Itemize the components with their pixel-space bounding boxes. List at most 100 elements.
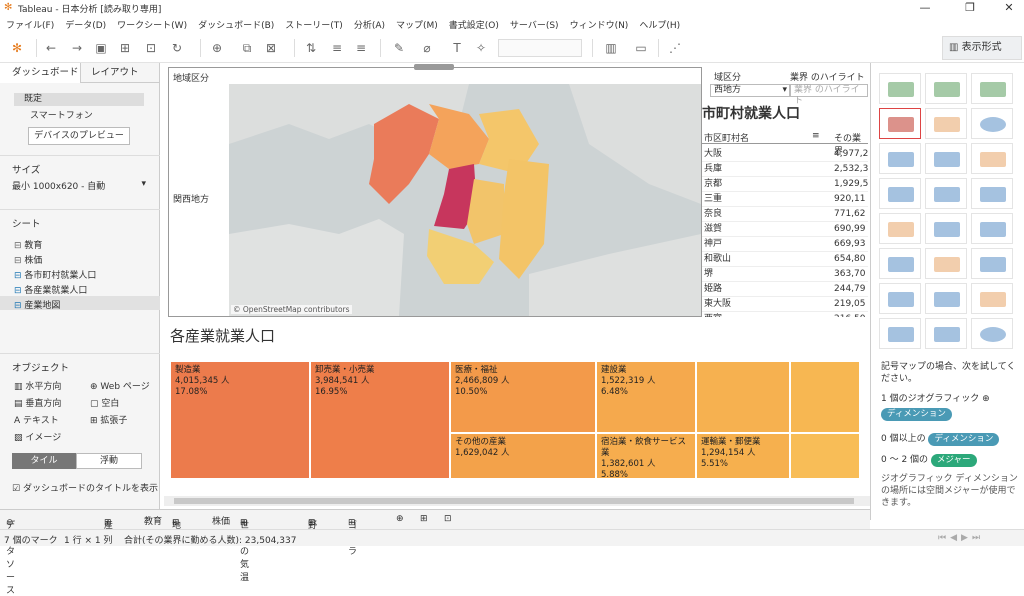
line-continuous-icon[interactable] — [879, 213, 921, 244]
hierarchy-input[interactable]: 業界 のハイライト — [790, 84, 868, 106]
table-row[interactable]: 京都 1,929,5 — [702, 177, 868, 192]
fit-dropdown[interactable] — [498, 39, 582, 57]
sheet-item-education[interactable]: ⊟ 教育 — [14, 238, 42, 251]
treemap-cell[interactable]: 医療・福祉 2,466,809 人 10.50% — [450, 361, 596, 433]
table-row[interactable]: 神戸 669,93 — [702, 237, 868, 252]
drag-handle[interactable] — [414, 64, 454, 70]
table-row[interactable]: 西宮 216,50 — [702, 312, 868, 317]
scatter-plot-icon[interactable] — [879, 283, 921, 314]
map-area[interactable]: © OpenStreetMap contributors — [229, 84, 701, 316]
menu-map[interactable]: マップ(M) — [390, 16, 443, 33]
tiled-toggle[interactable]: タイル — [12, 453, 76, 469]
sort-desc-icon[interactable]: ≡ — [354, 41, 368, 55]
object-horizontal[interactable]: ▥ 水平方向 — [14, 379, 61, 392]
label-icon[interactable]: T — [450, 41, 464, 55]
area-continuous-icon[interactable] — [879, 248, 921, 279]
tab-education[interactable]: 教育 — [144, 514, 162, 527]
size-dropdown[interactable]: 最小 1000x620 - 自動 ▾ — [12, 179, 148, 192]
swap-icon[interactable]: ⇅ — [304, 41, 318, 55]
table-row[interactable]: 奈良 771,62 — [702, 207, 868, 222]
new-story-icon[interactable]: ⊡ — [444, 514, 452, 524]
tab-stock[interactable]: 株価 — [212, 514, 230, 527]
sort-icon[interactable]: ≡ — [812, 131, 820, 141]
object-vertical[interactable]: ▤ 垂直方向 — [14, 396, 61, 409]
pause-updates-icon[interactable]: ⊡ — [144, 41, 158, 55]
highlight-icon[interactable]: ✎ — [392, 41, 406, 55]
horizontal-bar-icon[interactable] — [879, 143, 921, 174]
treemap-cell[interactable]: 製造業 4,015,345 人 17.08% — [170, 361, 310, 479]
object-image[interactable]: ▨ イメージ — [14, 430, 61, 443]
region-nara[interactable] — [467, 179, 504, 244]
clear-sheet-icon[interactable]: ⊠ — [264, 41, 278, 55]
circle-view-icon[interactable] — [925, 178, 967, 209]
treemap-cell[interactable] — [790, 361, 860, 433]
sheet-item-industry-map[interactable]: ⊟ 産業地図 — [0, 296, 160, 311]
treemap-cell[interactable]: その他の産業 1,629,042 人 — [450, 433, 596, 479]
highlight-table-icon[interactable] — [971, 73, 1013, 104]
show-me-button[interactable]: ▥ 表示形式 — [942, 36, 1022, 60]
treemap-cell[interactable]: 卸売業・小売業 3,984,541 人 16.95% — [310, 361, 450, 479]
table-row[interactable]: 大阪 4,977,2 — [702, 147, 868, 162]
save-icon[interactable]: ▣ — [94, 41, 108, 55]
treemap-icon[interactable] — [879, 178, 921, 209]
table-row[interactable]: 兵庫 2,532,3 — [702, 162, 868, 177]
treemap-cell[interactable] — [790, 433, 860, 479]
packed-bubbles-icon[interactable] — [971, 318, 1013, 349]
tab-dashboard[interactable]: ダッシュボード — [0, 63, 80, 83]
side-by-side-circle-icon[interactable] — [971, 178, 1013, 209]
menu-window[interactable]: ウィンドウ(N) — [564, 16, 634, 33]
bullet-graph-icon[interactable] — [925, 318, 967, 349]
treemap-cell[interactable]: 運輸業・郵便業 1,294,154 人 5.51% — [696, 433, 790, 479]
undo-icon[interactable]: ← — [44, 41, 58, 55]
minimize-button[interactable]: — — [910, 0, 940, 16]
menu-data[interactable]: データ(D) — [59, 16, 111, 33]
sheet-item-stock[interactable]: ⊟ 株価 — [14, 253, 42, 266]
device-phone[interactable]: スマートフォン — [30, 108, 93, 121]
horizontal-scrollbar[interactable] — [164, 496, 870, 506]
object-extension[interactable]: ⊞ 拡張子 — [90, 413, 127, 426]
dual-combination-icon[interactable] — [971, 248, 1013, 279]
table-row[interactable]: 和歌山 654,80 — [702, 252, 868, 267]
table-row[interactable]: 三重 920,11 — [702, 192, 868, 207]
histogram-icon[interactable] — [925, 283, 967, 314]
line-discrete-icon[interactable] — [925, 213, 967, 244]
industry-treemap[interactable]: 製造業 4,015,345 人 17.08% 卸売業・小売業 3,984,541 人 16… — [170, 361, 860, 479]
stacked-bar-icon[interactable] — [925, 143, 967, 174]
new-data-source-icon[interactable]: ⊞ — [118, 41, 132, 55]
pagination-icon[interactable]: ⏮◀▶⏭ — [938, 533, 984, 543]
maximize-button[interactable]: ❐ — [955, 0, 985, 16]
filled-map-icon[interactable] — [925, 108, 967, 139]
show-title-checkbox[interactable]: ☑ ダッシュボードのタイトルを表示 — [12, 481, 158, 494]
show-cards-icon[interactable]: ▥ — [604, 41, 618, 55]
region-filter-dropdown[interactable]: 西地方 ▾ — [710, 84, 790, 97]
table-row[interactable]: 東大阪 219,05 — [702, 297, 868, 312]
device-default[interactable]: 既定 — [14, 93, 144, 106]
menu-dashboard[interactable]: ダッシュボード(B) — [192, 16, 279, 33]
area-discrete-icon[interactable] — [925, 248, 967, 279]
object-text[interactable]: A テキスト — [14, 413, 59, 426]
sheet-item-industry[interactable]: ⊟ 各産業就業人口 — [14, 283, 87, 296]
presentation-icon[interactable]: ▭ — [634, 41, 648, 55]
text-table-icon[interactable] — [879, 73, 921, 104]
refresh-icon[interactable]: ↻ — [170, 41, 184, 55]
tableau-icon[interactable]: ✻ — [10, 41, 24, 55]
menu-server[interactable]: サーバー(S) — [504, 16, 564, 33]
sort-asc-icon[interactable]: ≡ — [330, 41, 344, 55]
pie-chart-icon[interactable] — [971, 108, 1013, 139]
treemap-cell[interactable] — [696, 361, 790, 433]
object-webpage[interactable]: ⊕ Web ページ — [90, 379, 150, 392]
treemap-cell[interactable]: 建設業 1,522,319 人 6.48% — [596, 361, 696, 433]
table-row[interactable]: 堺 363,70 — [702, 267, 868, 282]
new-dashboard-icon[interactable]: ⊞ — [420, 514, 428, 524]
map-sheet[interactable]: 地域区分 関西地方 © OpenStreetMap contributors — [168, 67, 702, 317]
share-icon[interactable]: ⋰ — [668, 41, 682, 55]
pin-icon[interactable]: ✧ — [474, 41, 488, 55]
table-row[interactable]: 姫路 244,79 — [702, 282, 868, 297]
dual-line-icon[interactable] — [971, 213, 1013, 244]
floating-toggle[interactable]: 浮動 — [76, 453, 142, 469]
object-blank[interactable]: ▢ 空白 — [90, 396, 119, 409]
menu-worksheet[interactable]: ワークシート(W) — [111, 16, 192, 33]
redo-icon[interactable]: → — [70, 41, 84, 55]
symbol-map-icon[interactable] — [879, 108, 921, 139]
device-preview-button[interactable]: デバイスのプレビュー — [28, 127, 130, 145]
